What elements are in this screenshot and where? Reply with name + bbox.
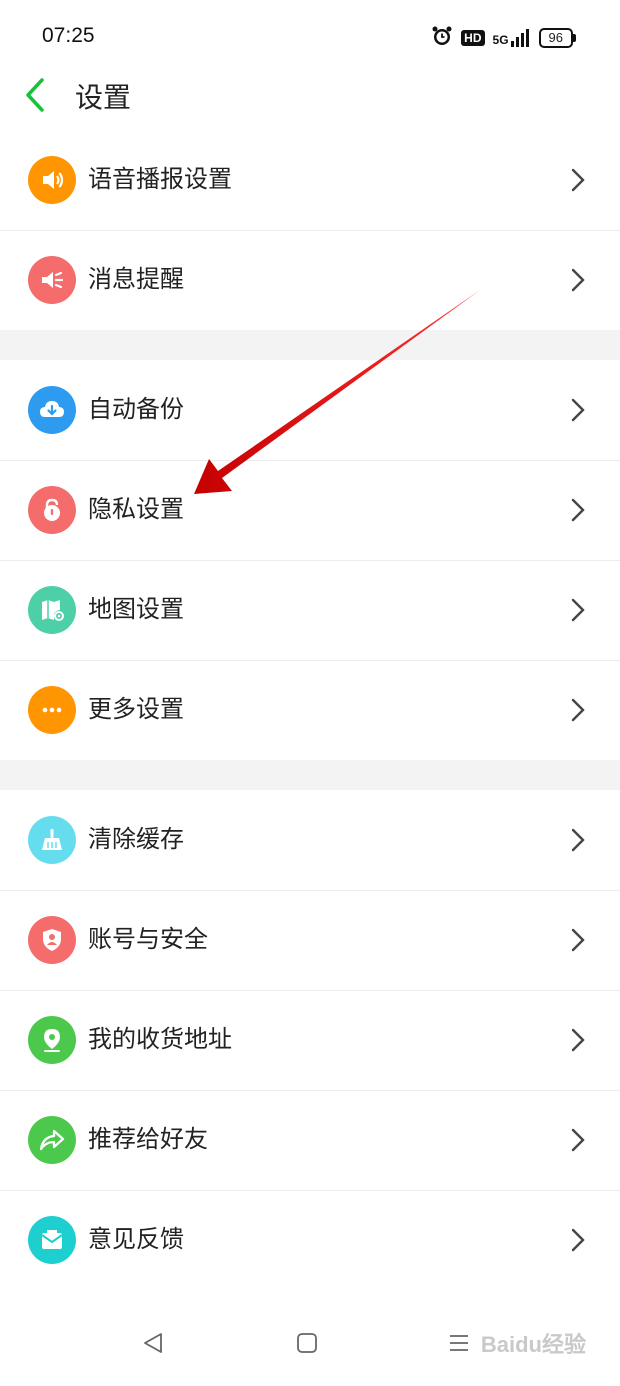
speaker-icon	[28, 156, 76, 204]
system-nav-bar: Baidu经验	[0, 1300, 620, 1386]
settings-item-clear-cache[interactable]: 清除缓存	[0, 790, 620, 890]
status-icons: HD 5G 96	[431, 24, 576, 52]
chevron-right-icon	[571, 928, 585, 952]
broom-icon	[28, 816, 76, 864]
settings-item-recommend[interactable]: 推荐给好友	[0, 1090, 620, 1190]
settings-item-label: 地图设置	[88, 595, 184, 623]
back-triangle-icon	[144, 1333, 162, 1353]
settings-item-label: 意见反馈	[88, 1225, 184, 1253]
settings-item-label: 自动备份	[88, 395, 184, 423]
page-title: 设置	[75, 81, 132, 114]
settings-item-message-reminder[interactable]: 消息提醒	[0, 230, 620, 330]
baidu-watermark: Baidu经验	[480, 1332, 586, 1357]
share-arrow-icon	[28, 1116, 76, 1164]
nav-home-button[interactable]	[292, 1328, 322, 1358]
settings-item-label: 我的收货地址	[88, 1025, 232, 1053]
map-gear-icon	[28, 586, 76, 634]
shield-user-icon	[28, 916, 76, 964]
megaphone-icon	[28, 256, 76, 304]
settings-item-more[interactable]: 更多设置	[0, 660, 620, 760]
chevron-right-icon	[571, 1228, 585, 1252]
settings-item-label: 清除缓存	[88, 825, 184, 853]
settings-item-label: 推荐给好友	[88, 1125, 208, 1153]
nav-menu-button[interactable]	[444, 1328, 474, 1358]
status-bar: 07:25 HD 5G 96	[0, 0, 620, 72]
chevron-right-icon	[571, 168, 585, 192]
nav-back-button[interactable]	[138, 1328, 168, 1358]
menu-lines-icon	[450, 1335, 468, 1351]
chevron-right-icon	[571, 598, 585, 622]
cloud-download-icon	[28, 386, 76, 434]
battery-icon: 96	[538, 28, 576, 48]
chevron-right-icon	[571, 828, 585, 852]
location-pin-icon	[28, 1016, 76, 1064]
signal-icon: 5G	[493, 29, 531, 47]
section-divider	[0, 330, 620, 360]
chevron-right-icon	[571, 1128, 585, 1152]
alarm-icon	[431, 25, 453, 51]
settings-item-privacy[interactable]: 隐私设置	[0, 460, 620, 560]
chevron-right-icon	[571, 268, 585, 292]
chevron-right-icon	[571, 398, 585, 422]
mail-icon	[28, 1216, 76, 1264]
section-divider	[0, 760, 620, 790]
back-button[interactable]	[20, 74, 56, 118]
settings-item-voice-broadcast[interactable]: 语音播报设置	[0, 130, 620, 230]
lock-icon	[28, 486, 76, 534]
home-square-icon	[297, 1333, 317, 1353]
settings-item-account-security[interactable]: 账号与安全	[0, 890, 620, 990]
settings-item-feedback[interactable]: 意见反馈	[0, 1190, 620, 1290]
settings-item-map[interactable]: 地图设置	[0, 560, 620, 660]
settings-item-label: 隐私设置	[88, 495, 184, 523]
status-time: 07:25	[42, 24, 95, 47]
settings-item-label: 语音播报设置	[88, 165, 232, 193]
header: 设置	[0, 72, 620, 130]
more-dots-icon	[28, 686, 76, 734]
chevron-right-icon	[571, 1028, 585, 1052]
back-arrow-icon	[26, 78, 44, 112]
chevron-right-icon	[571, 498, 585, 522]
settings-item-label: 更多设置	[88, 695, 184, 723]
settings-item-label: 消息提醒	[88, 265, 184, 293]
settings-list: 语音播报设置 消息提醒 自动备份 隐私设置 地图设置 更多设置 清除缓存 账号与…	[0, 130, 620, 1290]
chevron-right-icon	[571, 698, 585, 722]
settings-item-shipping-address[interactable]: 我的收货地址	[0, 990, 620, 1090]
settings-item-label: 账号与安全	[88, 925, 208, 953]
settings-item-auto-backup[interactable]: 自动备份	[0, 360, 620, 460]
hd-icon: HD	[461, 30, 485, 46]
